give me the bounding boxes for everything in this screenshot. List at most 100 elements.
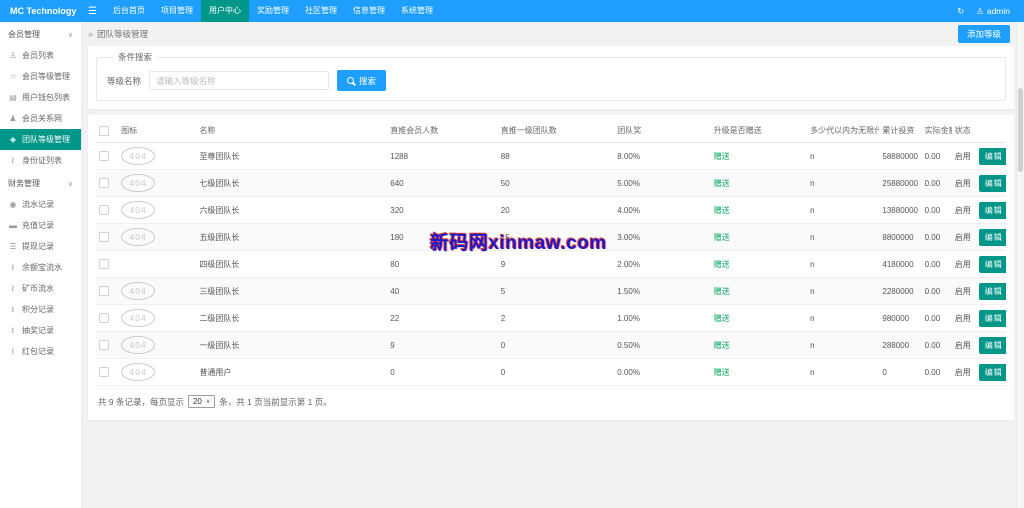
cell-team-reward: 8.00% [614, 143, 710, 170]
sidebar-section-0[interactable]: 会员管理∨ [0, 22, 81, 45]
sidebar-item-label: 会员列表 [22, 50, 54, 61]
cell-direct-teams: 2 [498, 305, 615, 332]
sidebar-item-13[interactable]: ℓ积分记录 [0, 299, 81, 320]
broken-image-icon: 404 [121, 174, 155, 192]
add-level-button[interactable]: 添加等级 [958, 25, 1010, 43]
table-row: 404一级团队长900.50%赠送n2880000.00启用编辑 [96, 332, 1006, 359]
sidebar-item-2[interactable]: ☆会员等级管理 [0, 66, 81, 87]
col-header-0 [96, 119, 118, 143]
cell-status: 启用 [952, 170, 976, 197]
cell-name: 普通用户 [196, 359, 387, 386]
nav-item-3[interactable]: 奖励管理 [249, 0, 297, 22]
row-checkbox[interactable] [99, 340, 109, 350]
user-menu[interactable]: ♙ admin [976, 6, 1010, 17]
edit-button[interactable]: 编辑 [979, 337, 1006, 354]
edit-button[interactable]: 编辑 [979, 310, 1006, 327]
sidebar-item-10[interactable]: ☰提现记录 [0, 236, 81, 257]
table-row: 四级团队长8092.00%赠送n41800000.00启用编辑 [96, 251, 1006, 278]
sidebar-item-label: 流水记录 [22, 199, 54, 210]
sidebar-item-9[interactable]: ▬充值记录 [0, 215, 81, 236]
cell-icon: 404 [118, 278, 196, 305]
edit-button[interactable]: 编辑 [979, 202, 1006, 219]
select-all-checkbox[interactable] [99, 126, 109, 136]
row-checkbox[interactable] [99, 178, 109, 188]
wallet-icon: ▤ [8, 93, 18, 102]
sidebar-section-7[interactable]: 财务管理∨ [0, 171, 81, 194]
sidebar-item-6[interactable]: ℓ身份证列表 [0, 150, 81, 171]
col-header-7: 多少代以内为无限代 [807, 119, 879, 143]
cell-team-reward: 5.00% [614, 170, 710, 197]
row-checkbox[interactable] [99, 286, 109, 296]
cell-checkbox [96, 359, 118, 386]
user-icon: ♙ [976, 6, 984, 17]
sidebar-item-12[interactable]: ℓ矿币流水 [0, 278, 81, 299]
sidebar-item-4[interactable]: ♟会员关系网 [0, 108, 81, 129]
link-icon: ℓ [8, 284, 18, 293]
cell-name: 六级团队长 [196, 197, 387, 224]
sidebar-item-8[interactable]: ◉流水记录 [0, 194, 81, 215]
scrollbar-track[interactable] [1016, 22, 1024, 508]
edit-button[interactable]: 编辑 [979, 148, 1006, 165]
cell-direct-teams: 0 [498, 332, 615, 359]
cell-direct-teams: 15 [498, 224, 615, 251]
nav-item-2[interactable]: 用户中心 [201, 0, 249, 22]
sidebar-section-label: 财务管理 [8, 178, 40, 189]
search-panel: 条件搜索 等级名称 搜索 [88, 46, 1014, 109]
cell-cumulative-invest: 58880000 [879, 143, 921, 170]
menu-icon[interactable]: ☰ [80, 6, 105, 17]
level-name-input[interactable] [149, 71, 329, 90]
page-size-select[interactable]: 20 ∨ [188, 395, 215, 408]
search-button[interactable]: 搜索 [337, 70, 386, 91]
sidebar-item-15[interactable]: ℓ红包记录 [0, 341, 81, 362]
row-checkbox[interactable] [99, 151, 109, 161]
cell-unlimited-generations: n [807, 332, 879, 359]
cell-name: 五级团队长 [196, 224, 387, 251]
cell-unlimited-generations: n [807, 197, 879, 224]
edit-button[interactable]: 编辑 [979, 283, 1006, 300]
cell-direct-members: 320 [387, 197, 497, 224]
cell-checkbox [96, 251, 118, 278]
sidebar-item-label: 积分记录 [22, 304, 54, 315]
row-checkbox[interactable] [99, 367, 109, 377]
nav-item-1[interactable]: 项目管理 [153, 0, 201, 22]
breadcrumb: » 团队等级管理 添加等级 [82, 22, 1016, 46]
edit-button[interactable]: 编辑 [979, 175, 1006, 192]
edit-button[interactable]: 编辑 [979, 256, 1006, 273]
row-checkbox[interactable] [99, 232, 109, 242]
cell-status: 启用 [952, 332, 976, 359]
cell-unlimited-generations: n [807, 278, 879, 305]
edit-button[interactable]: 编辑 [979, 229, 1006, 246]
row-checkbox[interactable] [99, 205, 109, 215]
edit-button[interactable]: 编辑 [979, 364, 1006, 381]
refresh-icon[interactable]: ↻ [957, 6, 964, 17]
cell-icon: 404 [118, 143, 196, 170]
sidebar-item-5[interactable]: ◈团队等级管理 [0, 129, 81, 150]
sidebar-item-14[interactable]: ℓ抽奖记录 [0, 320, 81, 341]
nav-item-4[interactable]: 社区管理 [297, 0, 345, 22]
scrollbar-thumb[interactable] [1018, 88, 1023, 172]
cell-direct-teams: 50 [498, 170, 615, 197]
nav-item-6[interactable]: 系统管理 [393, 0, 441, 22]
sidebar-item-1[interactable]: ♙ 会员列表 [0, 45, 81, 66]
nav-item-5[interactable]: 信息管理 [345, 0, 393, 22]
cell-checkbox [96, 332, 118, 359]
col-header-11 [976, 119, 1006, 143]
sidebar-item-3[interactable]: ▤用户钱包列表 [0, 87, 81, 108]
sidebar-item-11[interactable]: ℓ余额宝流水 [0, 257, 81, 278]
link-icon: ℓ [8, 347, 18, 356]
cell-direct-teams: 9 [498, 251, 615, 278]
cell-team-reward: 2.00% [614, 251, 710, 278]
cell-checkbox [96, 224, 118, 251]
person-icon: ♙ [8, 51, 18, 60]
nav-item-0[interactable]: 后台首页 [105, 0, 153, 22]
cell-status: 启用 [952, 359, 976, 386]
sidebar-item-label: 会员等级管理 [22, 71, 70, 82]
cell-unlimited-generations: n [807, 170, 879, 197]
row-checkbox[interactable] [99, 313, 109, 323]
cell-upgrade-gift: 赠送 [711, 332, 807, 359]
row-checkbox[interactable] [99, 259, 109, 269]
cell-name: 至尊团队长 [196, 143, 387, 170]
cell-name: 四级团队长 [196, 251, 387, 278]
broken-image-icon: 404 [121, 201, 155, 219]
search-fieldset: 条件搜索 等级名称 搜索 [96, 51, 1006, 101]
